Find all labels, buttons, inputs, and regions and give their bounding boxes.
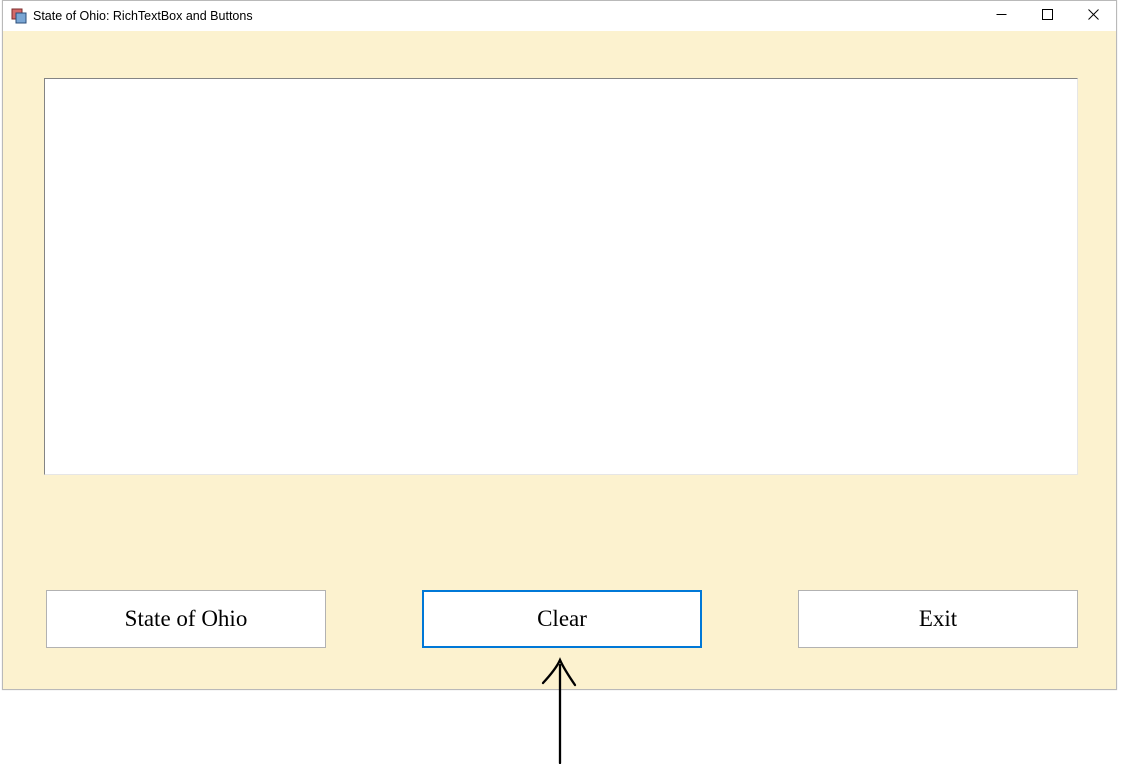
titlebar: State of Ohio: RichTextBox and Buttons <box>3 1 1116 31</box>
minimize-icon <box>996 9 1007 23</box>
clear-button[interactable]: Clear <box>422 590 702 648</box>
app-icon <box>11 8 27 24</box>
window-title: State of Ohio: RichTextBox and Buttons <box>33 9 253 23</box>
maximize-button[interactable] <box>1024 1 1070 31</box>
client-area: State of Ohio Clear Exit <box>3 31 1116 689</box>
state-of-ohio-button[interactable]: State of Ohio <box>46 590 326 648</box>
state-of-ohio-button-label: State of Ohio <box>125 606 248 632</box>
richtextbox-input[interactable] <box>44 78 1078 475</box>
application-window: State of Ohio: RichTextBox and Buttons <box>2 0 1117 690</box>
minimize-button[interactable] <box>978 1 1024 31</box>
maximize-icon <box>1042 9 1053 23</box>
exit-button[interactable]: Exit <box>798 590 1078 648</box>
close-button[interactable] <box>1070 1 1116 31</box>
clear-button-label: Clear <box>537 606 587 632</box>
close-icon <box>1088 9 1099 23</box>
exit-button-label: Exit <box>919 606 957 632</box>
